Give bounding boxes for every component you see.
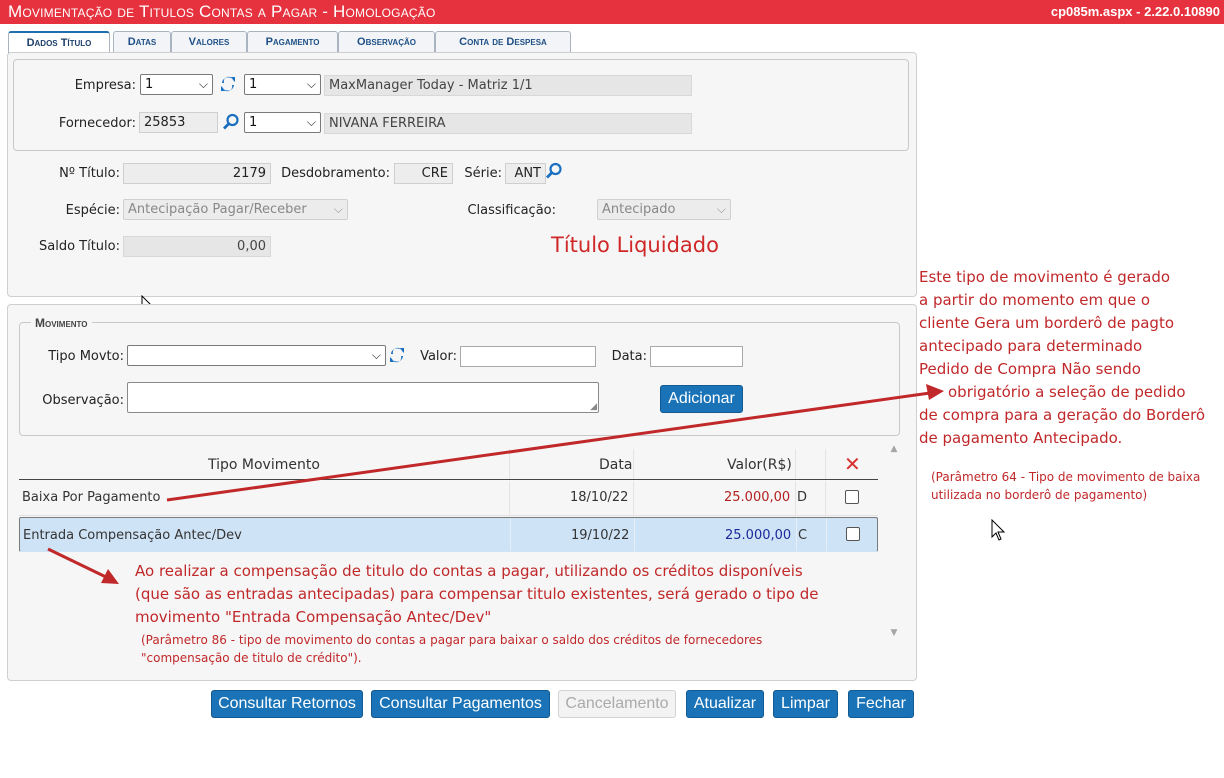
arrow-line-right bbox=[166, 391, 931, 502]
arrow-line-down bbox=[47, 547, 109, 580]
limpar-button[interactable]: Limpar bbox=[773, 690, 838, 718]
consultar-pagamentos-button[interactable]: Consultar Pagamentos bbox=[371, 690, 550, 718]
annotation-arrows bbox=[47, 384, 944, 584]
arrowhead-right-icon bbox=[926, 384, 944, 400]
mouse-cursor-icon bbox=[991, 519, 1006, 541]
fechar-button[interactable]: Fechar bbox=[848, 690, 914, 718]
consultar-retornos-button[interactable]: Consultar Retornos bbox=[211, 690, 363, 718]
cancelamento-button: Cancelamento bbox=[558, 690, 676, 718]
atualizar-button[interactable]: Atualizar bbox=[686, 690, 764, 718]
